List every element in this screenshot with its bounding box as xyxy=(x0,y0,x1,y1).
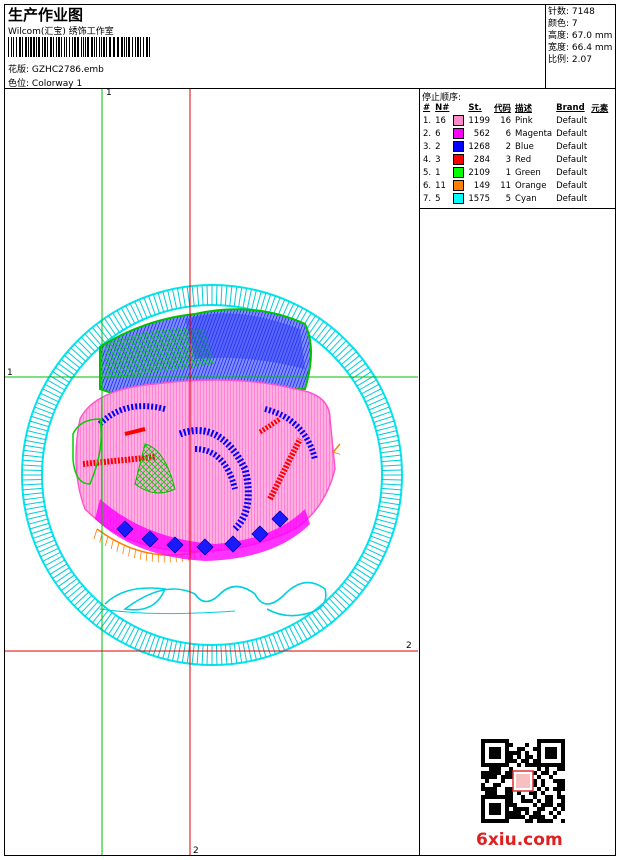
row-stitches: 1268 xyxy=(468,141,491,152)
col-header: 代码 xyxy=(494,103,512,114)
color-swatch xyxy=(451,179,466,192)
row-element xyxy=(589,179,610,192)
col-header: # xyxy=(423,102,431,113)
row-needle: 6 xyxy=(435,128,441,139)
col-header: 元素 xyxy=(591,103,609,114)
panel-divider xyxy=(419,88,420,856)
row-needle: 16 xyxy=(435,115,446,126)
row-stitches: 1199 xyxy=(468,115,491,126)
row-element xyxy=(589,140,610,153)
row-stitches: 2109 xyxy=(468,167,491,178)
stat-width: 宽度: 66.4 mm xyxy=(548,43,613,53)
row-brand: Default xyxy=(556,167,588,178)
colorway-line: 色位: Colorway 1 xyxy=(8,76,82,89)
table-row: 5. 1 2109 1 Green Default xyxy=(421,166,610,179)
red-guide-label-bottom: 2 xyxy=(193,846,199,856)
row-code: 1 xyxy=(505,167,512,178)
row-description: Blue xyxy=(515,141,534,152)
row-stitches: 562 xyxy=(473,128,491,139)
row-brand: Default xyxy=(556,128,588,139)
colorway-value: Colorway 1 xyxy=(31,79,83,89)
stop-sequence-table: # N# St. 代码 描述 Brand 元素 1. 16 1199 16 Pink De… xyxy=(421,101,610,205)
row-code: 6 xyxy=(505,128,512,139)
row-brand: Default xyxy=(556,193,588,204)
color-swatch xyxy=(451,114,466,127)
row-code: 5 xyxy=(505,193,512,204)
row-description: Green xyxy=(515,167,541,178)
table-header-row: # N# St. 代码 描述 Brand 元素 xyxy=(421,101,610,114)
table-row: 6. 11 149 11 Orange Default xyxy=(421,179,610,192)
row-code: 11 xyxy=(500,180,512,191)
row-brand: Default xyxy=(556,180,588,191)
barcode xyxy=(8,37,150,57)
row-needle: 11 xyxy=(435,180,446,191)
col-header: N# xyxy=(435,102,450,113)
watermark-logo: 6xiu.com xyxy=(476,830,563,850)
design-value: GZHC2786.emb xyxy=(31,65,104,75)
row-stitches: 284 xyxy=(473,154,491,165)
page-title: 生产作业图 xyxy=(8,6,84,24)
row-stitches: 1575 xyxy=(468,193,491,204)
green-guide-label-top: 1 xyxy=(106,88,112,98)
row-brand: Default xyxy=(556,115,588,126)
row-description: Cyan xyxy=(515,193,537,204)
row-stitches: 149 xyxy=(473,180,491,191)
row-description: Pink xyxy=(515,115,533,126)
row-description: Orange xyxy=(515,180,547,191)
design-line: 花版: GZHC2786.emb xyxy=(8,62,104,75)
design-stats: 针数: 7148 颜色: 7 高度: 67.0 mm 宽度: 66.4 mm 比… xyxy=(548,6,612,66)
row-index: 5. xyxy=(423,167,432,178)
row-brand: Default xyxy=(556,141,588,152)
green-guide-label-left: 1 xyxy=(7,368,13,378)
row-element xyxy=(589,114,610,127)
table-row: 1. 16 1199 16 Pink Default xyxy=(421,114,610,127)
row-index: 1. xyxy=(423,115,432,126)
row-brand: Default xyxy=(556,154,588,165)
row-index: 6. xyxy=(423,180,432,191)
embroidery-motif xyxy=(72,308,336,617)
row-code: 2 xyxy=(505,141,512,152)
stat-colors: 颜色: 7 xyxy=(548,19,578,29)
row-needle: 1 xyxy=(435,167,441,178)
color-swatch xyxy=(451,166,466,179)
table-row: 4. 3 284 3 Red Default xyxy=(421,153,610,166)
row-index: 2. xyxy=(423,128,432,139)
row-index: 7. xyxy=(423,193,432,204)
color-swatch xyxy=(451,140,466,153)
col-header: St. xyxy=(468,102,482,113)
stat-stitches: 针数: 7148 xyxy=(548,7,595,17)
row-description: Red xyxy=(515,154,532,165)
row-element xyxy=(589,166,610,179)
row-description: Magenta xyxy=(515,128,553,139)
stats-divider xyxy=(545,4,546,88)
table-row: 3. 2 1268 2 Blue Default xyxy=(421,140,610,153)
colorway-label: 色位: xyxy=(8,79,30,89)
row-element xyxy=(589,127,610,140)
stat-scale: 比例: 2.07 xyxy=(548,55,592,65)
col-header xyxy=(451,101,466,114)
col-header: Brand xyxy=(556,102,585,113)
qr-code xyxy=(480,738,566,824)
row-index: 4. xyxy=(423,154,432,165)
color-swatch xyxy=(451,192,466,205)
row-code: 3 xyxy=(505,154,512,165)
design-label: 花版: xyxy=(8,65,30,75)
row-index: 3. xyxy=(423,141,432,152)
red-guide-label-right: 2 xyxy=(406,641,412,651)
table-divider xyxy=(419,208,616,209)
row-needle: 2 xyxy=(435,141,441,152)
row-code: 16 xyxy=(500,115,512,126)
row-element xyxy=(589,153,610,166)
row-needle: 3 xyxy=(435,154,441,165)
row-needle: 5 xyxy=(435,193,441,204)
table-row: 2. 6 562 6 Magenta Default xyxy=(421,127,610,140)
row-element xyxy=(589,192,610,205)
col-header: 描述 xyxy=(515,103,533,114)
table-row: 7. 5 1575 5 Cyan Default xyxy=(421,192,610,205)
color-swatch xyxy=(451,127,466,140)
stat-height: 高度: 67.0 mm xyxy=(548,31,613,41)
company-name: Wilcom(汇宝) 绣饰工作室 xyxy=(8,27,114,37)
color-swatch xyxy=(451,153,466,166)
design-canvas xyxy=(5,89,418,855)
